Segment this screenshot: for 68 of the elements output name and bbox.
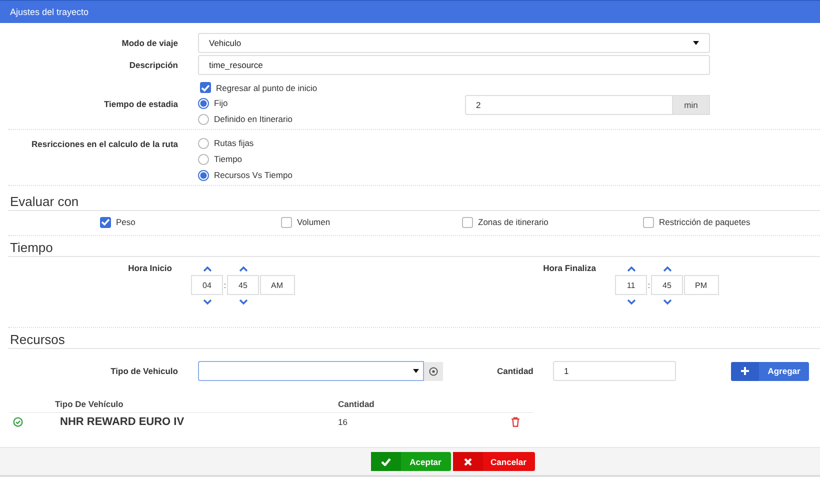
chevron-up-icon[interactable]	[238, 266, 248, 272]
field-label: Tiempo de estadia	[102, 98, 178, 109]
checkbox-label: Restricción de paquetes	[659, 217, 750, 227]
radio-label: Definido en Itinerario	[214, 114, 292, 124]
stay-time-field[interactable]: 2	[465, 95, 673, 115]
minute-field[interactable]: 45	[227, 275, 259, 295]
dialog-title: Ajustes del trayecto	[10, 7, 89, 17]
chevron-down-icon[interactable]	[626, 298, 636, 304]
add-button[interactable]: Agregar	[731, 362, 809, 380]
checkbox[interactable]	[100, 216, 111, 228]
section-heading: Recursos	[10, 332, 65, 347]
close-icon	[464, 458, 472, 466]
period-button[interactable]: AM	[260, 275, 294, 295]
time-separator: :	[648, 280, 650, 290]
field-label: Modo de viaje	[120, 38, 178, 48]
checkbox-label: Regresar al punto de inicio	[216, 82, 318, 92]
radio-button[interactable]	[198, 98, 209, 108]
check-icon	[380, 458, 390, 466]
time-label: Hora Inicio	[127, 262, 172, 273]
radio-button[interactable]	[198, 154, 209, 164]
plus-icon	[741, 367, 749, 375]
chevron-up-icon[interactable]	[626, 266, 636, 272]
quantity-field[interactable]: 1	[553, 361, 676, 381]
minute-field[interactable]: 45	[651, 275, 683, 295]
table-cell-text: NHR REWARD EURO IV	[60, 416, 186, 428]
chevron-up-icon[interactable]	[662, 266, 672, 272]
radio-label: Tiempo	[214, 154, 242, 164]
checkbox-label: Peso	[116, 217, 136, 227]
chevron-down-icon[interactable]	[202, 298, 212, 304]
hour-field[interactable]: 11	[615, 275, 647, 295]
checkbox-label: Zonas de itinerario	[478, 217, 548, 227]
section-heading: Evaluar con	[10, 194, 79, 209]
view-button[interactable]	[424, 362, 443, 380]
table-cell-text: 16	[338, 417, 348, 427]
caret-icon	[693, 41, 699, 45]
hour-field[interactable]: 04	[191, 275, 223, 295]
description-field[interactable]: time_resource	[198, 55, 710, 75]
radio-button[interactable]	[198, 114, 209, 124]
radio-button[interactable]	[198, 170, 209, 180]
chevron-down-icon[interactable]	[662, 298, 672, 304]
eye-icon	[429, 366, 438, 376]
caret-icon	[413, 369, 419, 373]
radio-button[interactable]	[198, 138, 209, 148]
cancel-button[interactable]: Cancelar	[452, 452, 534, 471]
chevron-down-icon[interactable]	[238, 298, 248, 304]
time-separator: :	[224, 280, 226, 290]
field-label: Descripción	[128, 60, 178, 70]
section-heading: Tiempo	[10, 240, 53, 255]
checkbox-label: Volumen	[297, 217, 330, 227]
field-label: Tipo de Vehiculo	[110, 366, 179, 376]
checkbox[interactable]	[643, 216, 654, 228]
checkbox[interactable]	[200, 82, 211, 93]
trash-icon[interactable]	[511, 417, 520, 427]
chevron-up-icon[interactable]	[202, 266, 212, 272]
period-button[interactable]: PM	[684, 275, 718, 295]
check-circle-icon	[13, 417, 23, 427]
radio-label: Recursos Vs Tiempo	[214, 170, 292, 180]
time-label: Hora Finaliza	[542, 262, 596, 273]
unit-addon: min	[673, 95, 710, 115]
checkbox[interactable]	[281, 216, 292, 228]
field-label: Resricciones en el calculo de la ruta	[30, 138, 178, 149]
travel-mode-select[interactable]: Vehiculo	[198, 33, 710, 53]
field-label: Cantidad	[497, 366, 534, 376]
radio-label: Rutas fijas	[214, 138, 254, 148]
checkbox[interactable]	[462, 216, 473, 228]
column-header: Cantidad	[338, 398, 374, 408]
radio-label: Fijo	[214, 98, 228, 108]
column-header: Tipo De Vehículo	[55, 398, 124, 408]
